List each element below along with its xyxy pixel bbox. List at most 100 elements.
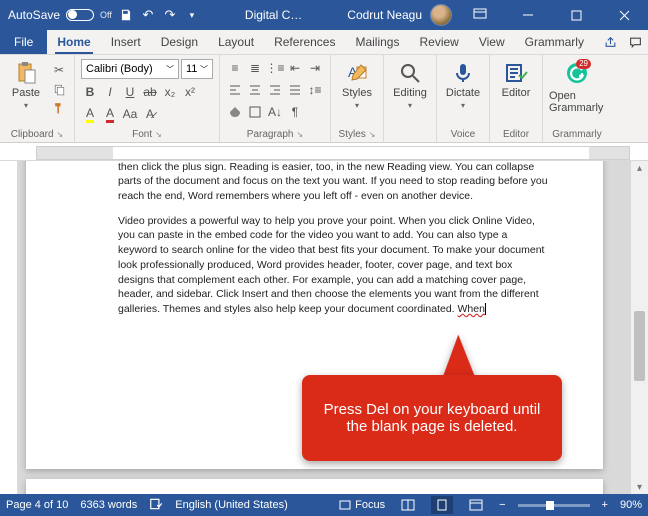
scroll-up-icon[interactable]: ▴ [631, 161, 648, 175]
autosave-toggle[interactable]: AutoSave Off [8, 8, 112, 22]
copy-icon[interactable] [50, 80, 68, 98]
group-editing: Editing ▾ [384, 55, 437, 142]
paste-label: Paste [12, 87, 40, 99]
scroll-down-icon[interactable]: ▾ [631, 480, 648, 494]
italic-icon[interactable]: I [101, 83, 119, 101]
spellcheck-icon[interactable] [149, 497, 163, 514]
font-size-select[interactable]: 11﹀ [181, 59, 213, 79]
launcher-icon[interactable]: ↘ [297, 130, 304, 139]
chevron-down-icon: ﹀ [166, 64, 174, 75]
launcher-icon[interactable]: ↘ [155, 130, 162, 139]
chevron-down-icon: ﹀ [200, 64, 208, 75]
user-name[interactable]: Codrut Neagu [347, 8, 422, 22]
group-editor: Editor Editor [490, 55, 543, 142]
highlight-icon[interactable]: A [81, 105, 99, 123]
line-spacing-icon[interactable]: ↕≡ [306, 81, 324, 99]
group-font: Calibri (Body)﹀ 11﹀ B I U ab x₂ x² A A A… [75, 55, 220, 142]
justify-icon[interactable] [286, 81, 304, 99]
grammarly-badge: 29 [576, 59, 591, 69]
horizontal-ruler[interactable] [0, 143, 648, 161]
minimize-button[interactable] [508, 0, 548, 30]
group-label-clipboard: Clipboard [11, 129, 54, 140]
scrollbar-thumb[interactable] [634, 311, 645, 381]
avatar[interactable] [430, 4, 452, 26]
instruction-callout: Press Del on your keyboard until the bla… [302, 331, 562, 461]
superscript-icon[interactable]: x² [181, 83, 199, 101]
editor-button[interactable]: Editor [496, 59, 536, 99]
borders-icon[interactable] [246, 103, 264, 121]
tab-file[interactable]: File [0, 30, 47, 54]
grammarly-button[interactable]: 29 Open Grammarly [549, 59, 605, 114]
launcher-icon[interactable]: ↘ [369, 130, 376, 139]
undo-icon[interactable]: ↶ [140, 7, 156, 23]
align-left-icon[interactable] [226, 81, 244, 99]
print-layout-icon[interactable] [431, 496, 453, 514]
paste-button[interactable]: Paste ▾ [6, 59, 46, 110]
align-center-icon[interactable] [246, 81, 264, 99]
group-label-font: Font [132, 129, 152, 140]
paragraph[interactable]: next to it. When you work on a table, cl… [118, 161, 549, 204]
status-bar: Page 4 of 10 6363 words English (United … [0, 494, 648, 516]
multilevel-list-icon[interactable]: ⋮≡ [266, 59, 284, 77]
align-right-icon[interactable] [266, 81, 284, 99]
tab-references[interactable]: References [264, 30, 345, 54]
zoom-in-icon[interactable]: + [602, 499, 608, 511]
tab-home[interactable]: Home [47, 30, 100, 54]
page-indicator[interactable]: Page 4 of 10 [6, 499, 68, 511]
page-blank[interactable] [26, 479, 603, 494]
sort-icon[interactable]: A↓ [266, 103, 284, 121]
language-indicator[interactable]: English (United States) [175, 499, 288, 511]
font-name-select[interactable]: Calibri (Body)﹀ [81, 59, 179, 79]
bullet-list-icon[interactable]: ≡ [226, 59, 244, 77]
subscript-icon[interactable]: x₂ [161, 83, 179, 101]
redo-icon[interactable]: ↷ [162, 7, 178, 23]
tab-insert[interactable]: Insert [101, 30, 151, 54]
web-layout-icon[interactable] [465, 496, 487, 514]
tab-view[interactable]: View [469, 30, 515, 54]
share-button[interactable] [598, 30, 623, 54]
read-mode-icon[interactable] [397, 496, 419, 514]
ribbon-display-icon[interactable] [460, 0, 500, 30]
format-painter-icon[interactable] [50, 99, 68, 117]
styles-button[interactable]: A Styles ▾ [337, 59, 377, 110]
clear-formatting-icon[interactable]: A̷ [141, 105, 159, 123]
zoom-slider[interactable] [518, 504, 590, 507]
maximize-button[interactable] [556, 0, 596, 30]
font-color-icon[interactable]: A [101, 105, 119, 123]
dictate-label: Dictate [446, 87, 480, 99]
paragraph[interactable]: Video provides a powerful way to help yo… [118, 214, 549, 317]
tab-layout[interactable]: Layout [208, 30, 264, 54]
group-clipboard: Paste ▾ ✂ Clipboard↘ [0, 55, 75, 142]
numbered-list-icon[interactable]: ≣ [246, 59, 264, 77]
editing-button[interactable]: Editing ▾ [390, 59, 430, 110]
launcher-icon[interactable]: ↘ [57, 130, 64, 139]
tab-mailings[interactable]: Mailings [345, 30, 409, 54]
bold-icon[interactable]: B [81, 83, 99, 101]
word-count[interactable]: 6363 words [80, 499, 137, 511]
focus-mode[interactable]: Focus [339, 499, 385, 511]
zoom-out-icon[interactable]: − [499, 499, 505, 511]
tab-design[interactable]: Design [151, 30, 208, 54]
show-marks-icon[interactable]: ¶ [286, 103, 304, 121]
vertical-scrollbar[interactable]: ▴ ▾ [631, 161, 648, 494]
save-icon[interactable] [118, 7, 134, 23]
comments-button[interactable] [623, 30, 648, 54]
qat-dropdown-icon[interactable]: ▾ [184, 7, 200, 23]
editor-label: Editor [502, 87, 531, 99]
chevron-down-icon: ▾ [355, 101, 359, 110]
change-case-icon[interactable]: Aa [121, 105, 139, 123]
tab-grammarly[interactable]: Grammarly [515, 30, 594, 54]
zoom-level[interactable]: 90% [620, 499, 642, 511]
dictate-button[interactable]: Dictate ▾ [443, 59, 483, 110]
cut-icon[interactable]: ✂ [50, 61, 68, 79]
shading-icon[interactable] [226, 103, 244, 121]
autosave-state: Off [100, 10, 112, 20]
tab-review[interactable]: Review [409, 30, 468, 54]
strikethrough-icon[interactable]: ab [141, 83, 159, 101]
close-button[interactable] [604, 0, 644, 30]
underline-icon[interactable]: U [121, 83, 139, 101]
vertical-ruler[interactable] [0, 161, 18, 494]
increase-indent-icon[interactable]: ⇥ [306, 59, 324, 77]
decrease-indent-icon[interactable]: ⇤ [286, 59, 304, 77]
group-label-styles: Styles [339, 129, 366, 140]
